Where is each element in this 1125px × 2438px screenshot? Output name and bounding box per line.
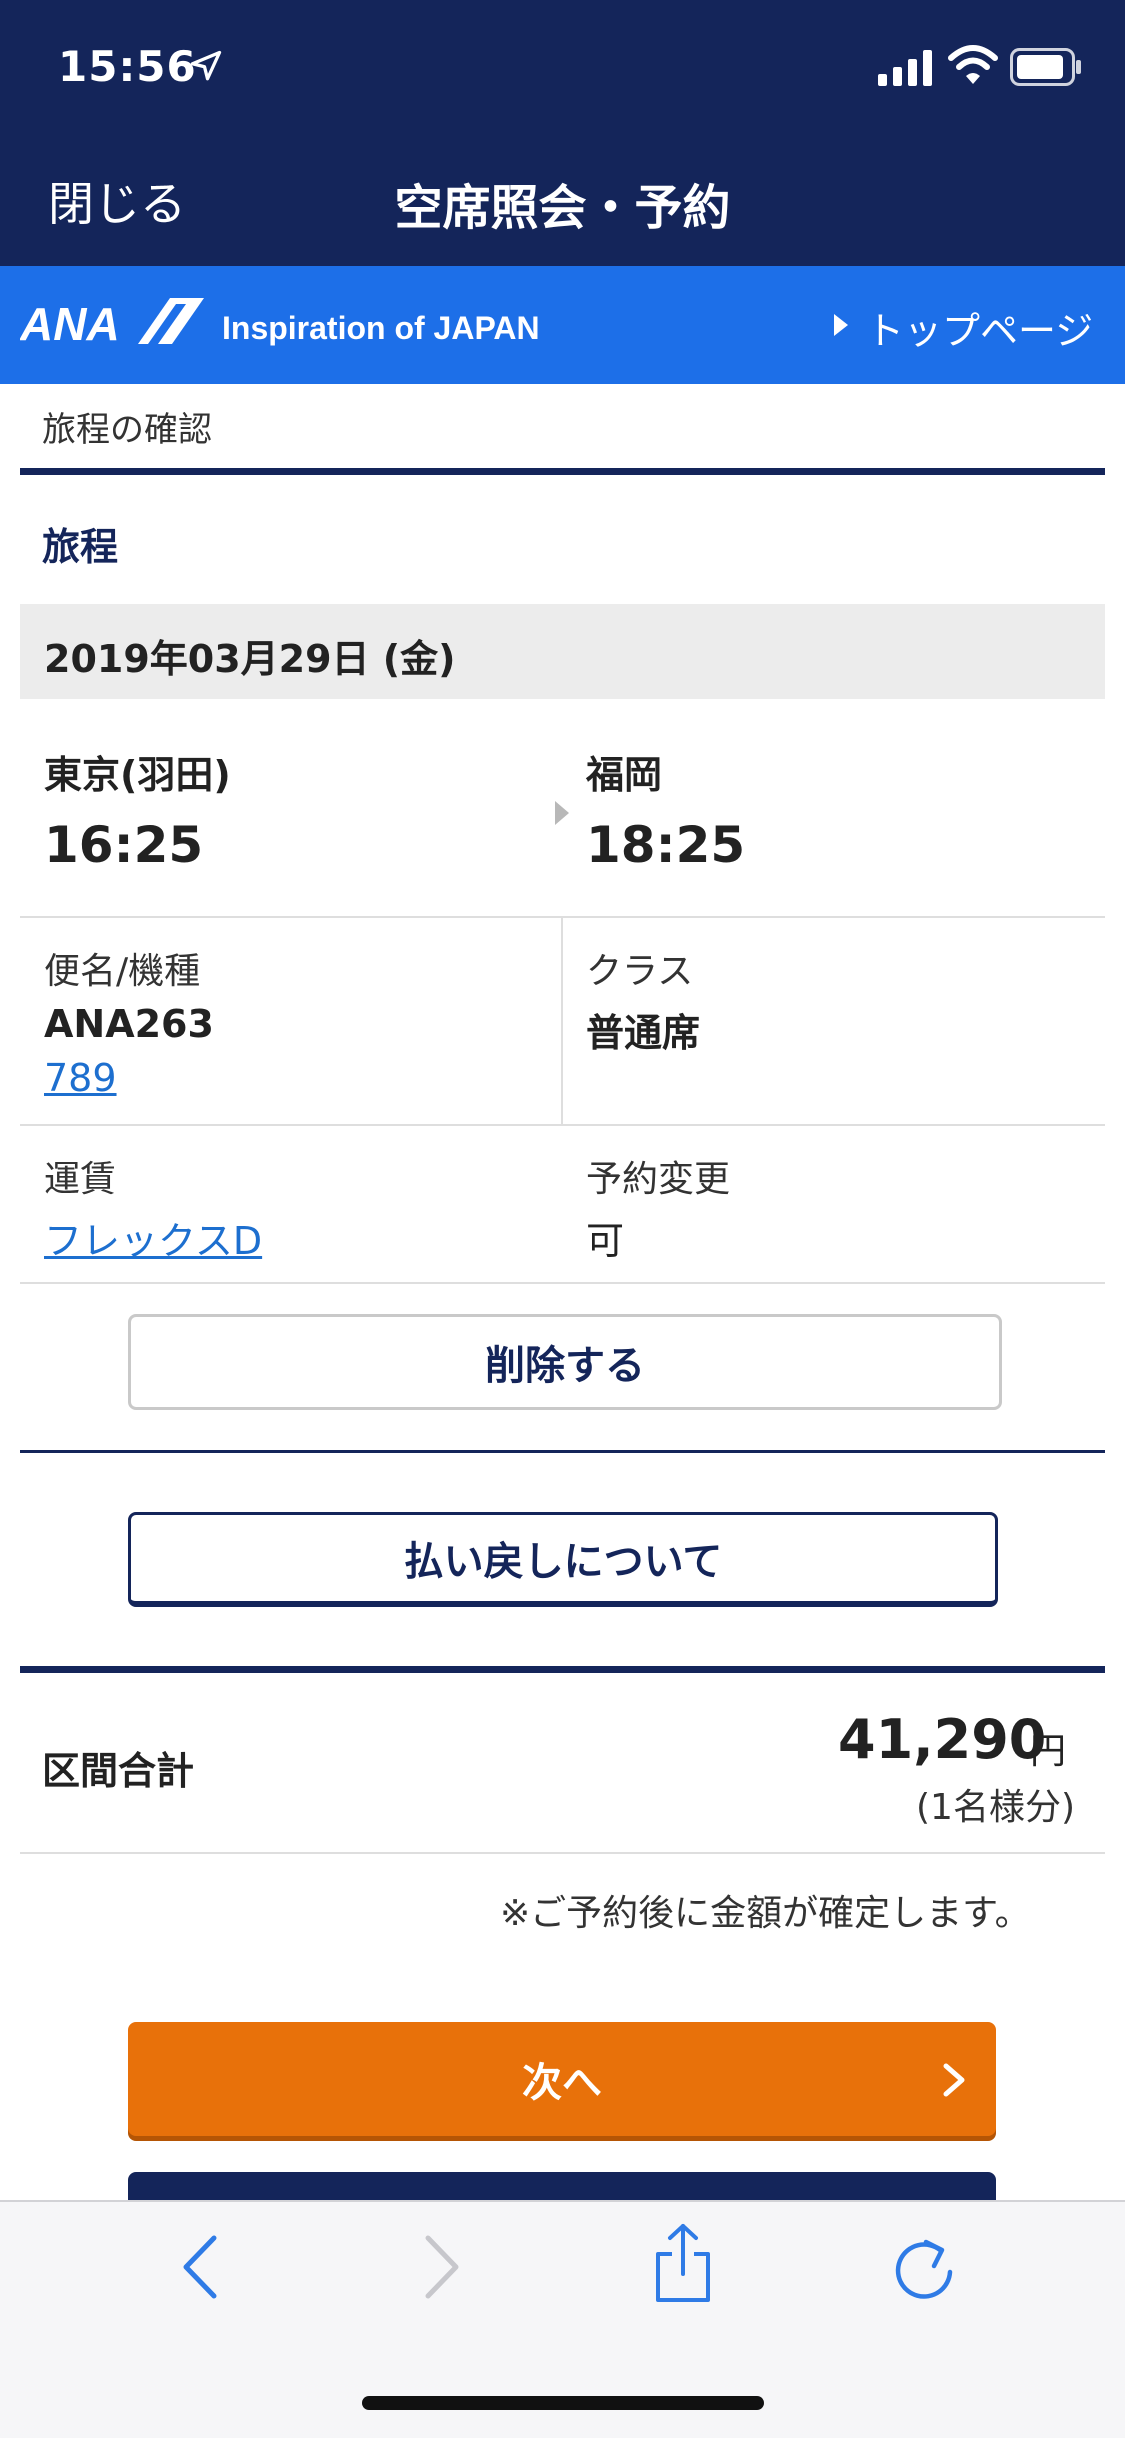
departure-time: 16:25 [44, 816, 204, 874]
delete-button[interactable]: 削除する [128, 1314, 1002, 1410]
arrival-time: 18:25 [586, 816, 746, 874]
share-icon[interactable] [650, 2222, 716, 2304]
forward-icon[interactable] [420, 2232, 464, 2302]
fare-link[interactable]: フレックスD [44, 1210, 262, 1265]
home-indicator [362, 2396, 764, 2410]
battery-icon [1010, 48, 1081, 86]
section-divider [20, 468, 1105, 475]
page-title: 空席照会・予約 [394, 180, 731, 236]
change-label: 予約変更 [586, 1159, 731, 1200]
column-divider [561, 918, 563, 1124]
top-page-link[interactable]: トップページ [866, 300, 1093, 355]
total-unit: 円 [1030, 1731, 1067, 1772]
next-button[interactable]: 次へ [128, 2022, 996, 2136]
route-arrow-icon [555, 801, 569, 825]
back-icon[interactable] [178, 2232, 222, 2302]
chevron-right-icon [943, 2063, 965, 2097]
reload-icon[interactable] [892, 2236, 956, 2300]
wifi-icon [948, 45, 998, 84]
total-passenger-note: (1名様分) [916, 1787, 1075, 1828]
cellular-signal-icon [878, 50, 932, 86]
total-amount: 41,290 [838, 1708, 1047, 1771]
flight-label: 便名/機種 [44, 951, 201, 992]
divider [20, 1124, 1105, 1126]
departure-city: 東京(羽田) [44, 753, 231, 797]
location-arrow-icon [190, 50, 222, 81]
itinerary-heading: 旅程 [42, 525, 119, 569]
change-value: 可 [586, 1219, 625, 1263]
section-divider [20, 1450, 1105, 1453]
aircraft-link[interactable]: 789 [44, 1056, 117, 1100]
divider [20, 1852, 1105, 1854]
refund-info-button[interactable]: 払い戻しについて [128, 1512, 998, 1607]
brand-tagline: Inspiration of JAPAN [222, 310, 540, 346]
section-divider [20, 1666, 1105, 1673]
triangle-right-icon [834, 314, 848, 336]
flight-number: ANA263 [44, 1002, 214, 1046]
class-label: クラス [586, 951, 694, 992]
breadcrumb: 旅程の確認 [42, 410, 212, 450]
fare-label: 運賃 [44, 1159, 117, 1200]
price-confirm-note: ※ご予約後に金額が確定します。 [500, 1893, 1031, 1934]
arrival-city: 福岡 [586, 753, 663, 797]
class-value: 普通席 [586, 1011, 701, 1055]
status-time: 15:56 [58, 42, 197, 91]
svg-text:ANA: ANA [20, 298, 120, 350]
ana-logo[interactable]: ANA [20, 294, 210, 350]
divider [20, 1282, 1105, 1284]
flight-date: 2019年03月29日 (金) [44, 637, 456, 681]
total-label: 区間合計 [42, 1749, 195, 1793]
